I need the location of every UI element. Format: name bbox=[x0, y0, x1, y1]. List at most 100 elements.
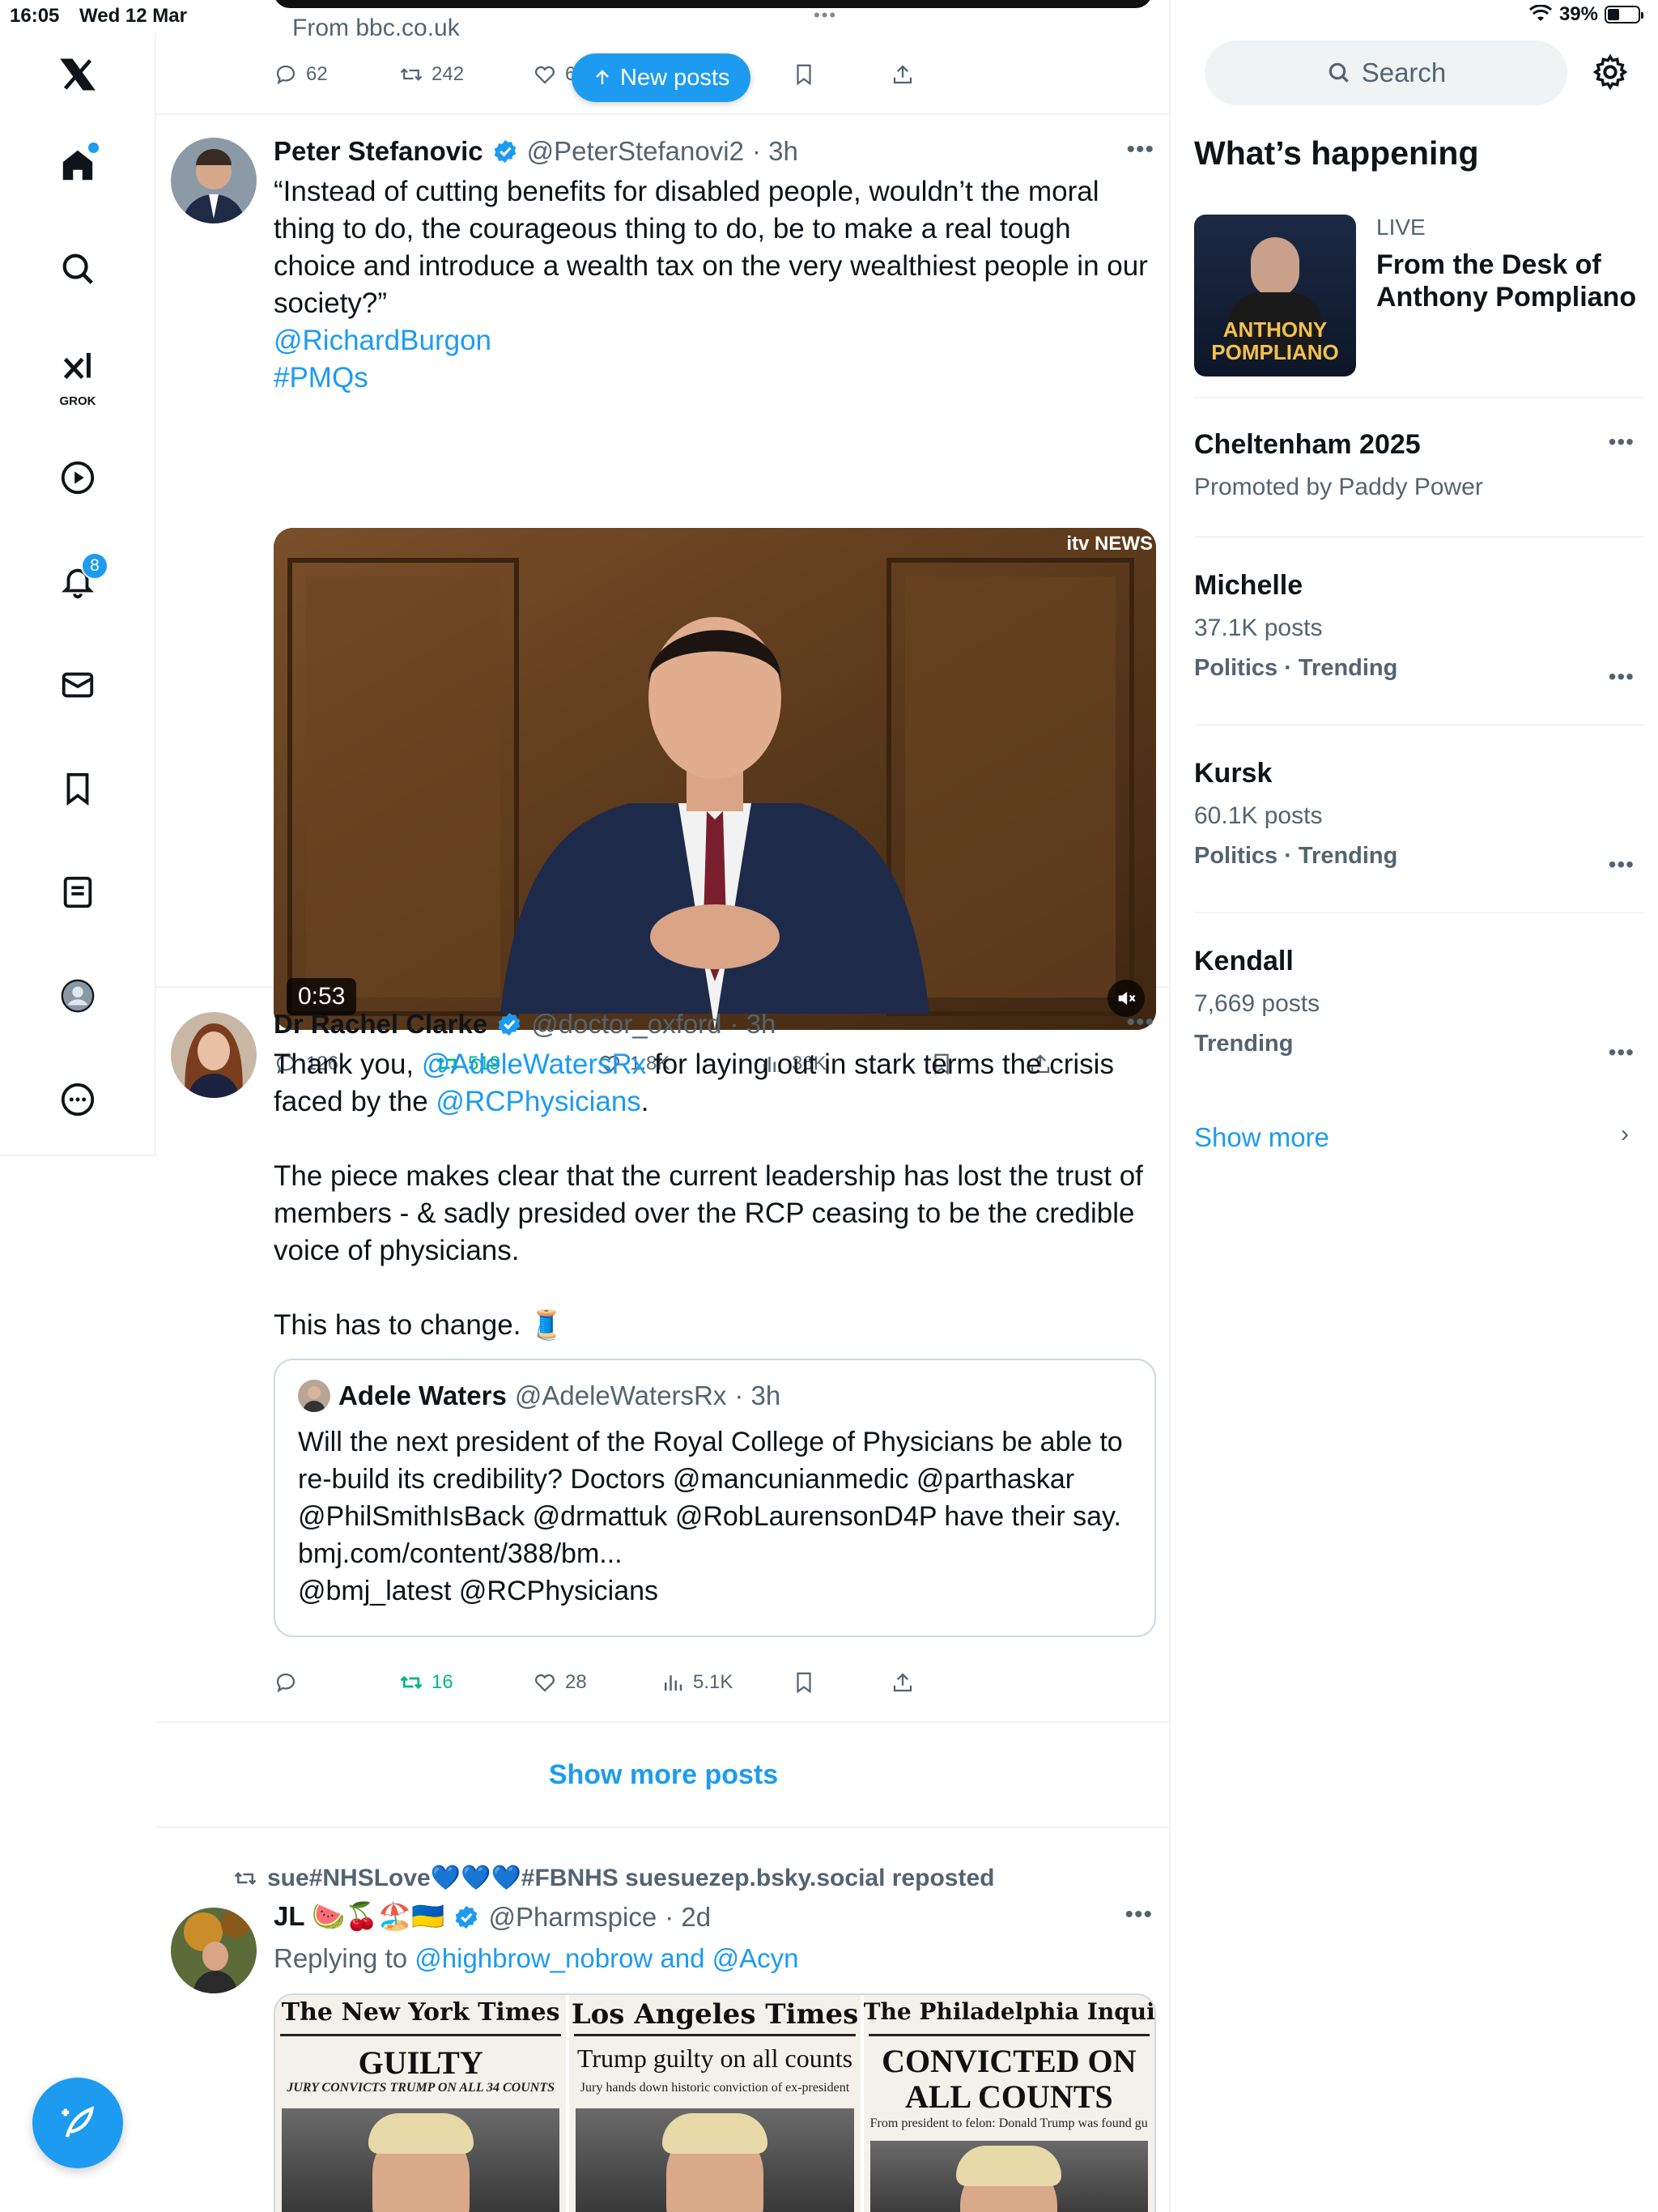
live-event-card[interactable]: ANTHONY POMPLIANO LIVE From the Desk of … bbox=[1194, 215, 1647, 376]
reposted-by: sue#NHSLove💙💙💙#FBNHS suesuezep.bsky.soci… bbox=[233, 1864, 994, 1892]
reply-count: 62 bbox=[306, 63, 328, 85]
link-source[interactable]: From bbc.co.uk bbox=[292, 15, 460, 42]
trend-item[interactable]: Michelle 37.1K posts Politics · Trending… bbox=[1194, 570, 1644, 689]
share-button[interactable] bbox=[891, 1670, 915, 1695]
like-button[interactable]: 6 bbox=[533, 62, 576, 87]
newspaper-headline: GUILTY bbox=[358, 2044, 483, 2081]
views-button[interactable]: 5.1K bbox=[661, 1670, 733, 1695]
newspaper-image-lat[interactable]: Los Angeles Times Trump guilty on all co… bbox=[569, 1995, 861, 2212]
trend-name: Kursk bbox=[1194, 758, 1273, 789]
x-logo-icon[interactable] bbox=[45, 42, 110, 107]
partial-post[interactable]: From bbc.co.uk 62 242 6 New posts bbox=[156, 0, 1169, 115]
mention-link[interactable]: @RichardBurgon bbox=[274, 322, 1156, 359]
newspaper-photo bbox=[282, 2108, 560, 2212]
video-player[interactable]: itv NEWS 0:53 bbox=[274, 528, 1156, 1030]
post-more-button[interactable]: ••• bbox=[1126, 136, 1154, 164]
post-time[interactable]: · 3h bbox=[729, 1009, 776, 1040]
avatar[interactable] bbox=[171, 1012, 257, 1098]
post-text: . bbox=[640, 1086, 649, 1117]
newspaper-photo bbox=[576, 2108, 854, 2212]
post-time[interactable]: · 3h bbox=[752, 136, 798, 167]
post-body: “Instead of cutting benefits for disable… bbox=[274, 173, 1156, 397]
video-icon[interactable] bbox=[45, 445, 110, 510]
replying-to-links[interactable]: @highbrow_nobrow and @Acyn bbox=[414, 1943, 798, 1973]
newspaper-image-nyt[interactable]: The New York Times GUILTY JURY CONVICTS … bbox=[275, 1995, 567, 2212]
live-label: LIVE bbox=[1376, 215, 1426, 240]
grok-icon[interactable]: GROK bbox=[45, 342, 110, 408]
repost-icon bbox=[400, 68, 423, 81]
divider bbox=[1194, 536, 1644, 538]
partial-media[interactable] bbox=[274, 0, 1152, 8]
post-more-button[interactable]: ••• bbox=[1124, 1901, 1153, 1929]
profile-avatar-icon[interactable] bbox=[45, 963, 110, 1028]
quote-author[interactable]: Adele Waters bbox=[338, 1380, 507, 1411]
show-more-posts-button[interactable]: Show more posts bbox=[156, 1723, 1169, 1828]
chevron-right-icon: › bbox=[1621, 1121, 1629, 1147]
quote-line: bmj.com/content/388/bm... bbox=[298, 1538, 623, 1569]
post-header: JL 🍉🍒🏖️🇺🇦 @Pharmspice · 2d bbox=[274, 1901, 711, 1933]
search-box[interactable]: Search bbox=[1205, 40, 1567, 105]
newspaper-image-inquirer[interactable]: The Philadelphia Inquirer CONVICTED ON A… bbox=[863, 1995, 1154, 2212]
post-time[interactable]: · 2d bbox=[665, 1902, 711, 1933]
author-name[interactable]: JL 🍉🍒🏖️🇺🇦 bbox=[274, 1901, 444, 1933]
bookmark-button[interactable] bbox=[792, 1670, 816, 1695]
search-placeholder: Search bbox=[1361, 57, 1447, 87]
trend-item[interactable]: Kursk 60.1K posts Politics · Trending ••… bbox=[1194, 758, 1644, 877]
show-more-trends-link[interactable]: Show more bbox=[1194, 1122, 1329, 1153]
reply-button[interactable] bbox=[274, 1670, 306, 1695]
author-handle[interactable]: @doctor_oxford bbox=[531, 1009, 721, 1040]
new-posts-button[interactable]: New posts bbox=[572, 53, 751, 102]
quote-line: @PhilSmithIsBack @drmattuk @RobLaurenson… bbox=[298, 1501, 1121, 1532]
trend-more-button[interactable]: ••• bbox=[1609, 664, 1635, 690]
timeline-feed[interactable]: From bbc.co.uk 62 242 6 New posts Peter … bbox=[156, 0, 1171, 2212]
settings-gear-icon[interactable] bbox=[1592, 53, 1629, 91]
view-count: 5.1K bbox=[693, 1671, 733, 1693]
reposted-by-text[interactable]: sue#NHSLove💙💙💙#FBNHS suesuezep.bsky.soci… bbox=[267, 1864, 994, 1892]
bookmark-button[interactable] bbox=[792, 62, 816, 87]
like-button[interactable]: 28 bbox=[533, 1670, 587, 1695]
home-icon[interactable] bbox=[45, 133, 110, 198]
repost-button[interactable]: 16 bbox=[399, 1670, 453, 1695]
author-name[interactable]: Peter Stefanovic bbox=[274, 136, 483, 167]
compose-button[interactable] bbox=[32, 2078, 123, 2168]
share-icon bbox=[893, 65, 912, 84]
quote-header: Adele Waters @AdeleWatersRx · 3h bbox=[298, 1380, 780, 1412]
verified-badge-icon bbox=[456, 1905, 478, 1929]
author-handle[interactable]: @PeterStefanovi2 bbox=[527, 136, 744, 167]
divider bbox=[1194, 724, 1644, 725]
trend-name: Kendall bbox=[1194, 946, 1294, 976]
post-rachel-clarke[interactable]: Dr Rachel Clarke @doctor_oxford · 3h •••… bbox=[156, 988, 1169, 1723]
newspaper-headline: CONVICTED ON ALL COUNTS bbox=[882, 2043, 1137, 2115]
bookmarks-icon[interactable] bbox=[45, 756, 110, 821]
lists-icon[interactable] bbox=[45, 860, 110, 925]
more-icon[interactable] bbox=[45, 1067, 110, 1132]
notifications-icon[interactable]: 8 bbox=[45, 549, 110, 614]
trend-item[interactable]: Cheltenham 2025 Promoted by Paddy Power … bbox=[1194, 429, 1644, 501]
author-handle[interactable]: @Pharmspice bbox=[488, 1902, 657, 1933]
post-peter-stefanovic[interactable]: Peter Stefanovic @PeterStefanovi2 · 3h •… bbox=[156, 115, 1169, 1075]
mention-link[interactable]: @RCPhysicians bbox=[436, 1086, 640, 1117]
quote-time: · 3h bbox=[734, 1380, 781, 1410]
trend-item[interactable]: Kendall 7,669 posts Trending ••• bbox=[1194, 946, 1644, 1065]
share-button[interactable] bbox=[891, 62, 915, 87]
mention-link[interactable]: @AdeleWatersRx bbox=[422, 1049, 646, 1080]
trend-more-button[interactable]: ••• bbox=[1609, 852, 1635, 878]
like-count: 28 bbox=[565, 1671, 587, 1693]
avatar[interactable] bbox=[171, 138, 257, 223]
author-name[interactable]: Dr Rachel Clarke bbox=[274, 1009, 487, 1040]
reply-button[interactable]: 62 bbox=[274, 62, 328, 87]
avatar[interactable] bbox=[171, 1908, 257, 1993]
search-icon[interactable] bbox=[45, 236, 110, 301]
notifications-badge: 8 bbox=[81, 552, 108, 580]
post-more-button[interactable]: ••• bbox=[1126, 1009, 1154, 1036]
trend-more-button[interactable]: ••• bbox=[1609, 429, 1635, 455]
trend-more-button[interactable]: ••• bbox=[1609, 1040, 1635, 1066]
repost-button[interactable]: 242 bbox=[399, 62, 464, 87]
messages-icon[interactable] bbox=[45, 653, 110, 717]
quote-avatar[interactable] bbox=[298, 1380, 330, 1412]
quote-text: Will the next president of the Royal Col… bbox=[298, 1423, 1140, 1610]
hashtag-link[interactable]: #PMQs bbox=[274, 359, 1156, 397]
post-image-grid[interactable]: The New York Times GUILTY JURY CONVICTS … bbox=[274, 1993, 1156, 2212]
quote-handle[interactable]: @AdeleWatersRx bbox=[515, 1380, 727, 1411]
quoted-post[interactable]: Adele Waters @AdeleWatersRx · 3h Will th… bbox=[274, 1359, 1156, 1637]
